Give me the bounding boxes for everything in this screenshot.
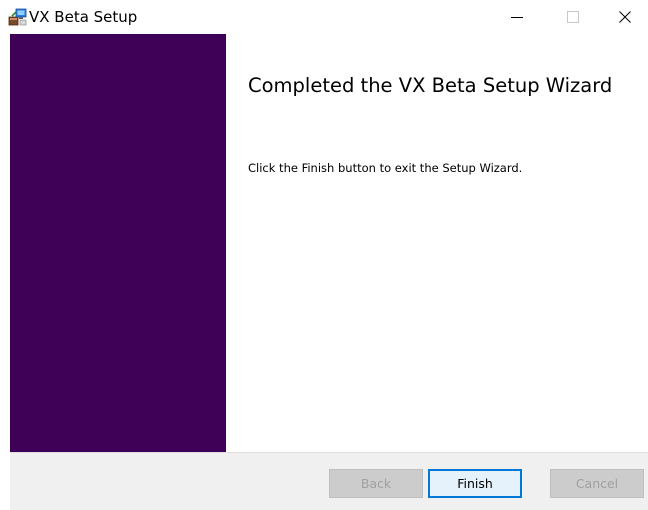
minimize-icon xyxy=(511,8,523,27)
cancel-button[interactable]: Cancel xyxy=(550,469,644,498)
maximize-icon xyxy=(567,8,579,27)
completion-message: Click the Finish button to exit the Setu… xyxy=(248,161,523,175)
setup-window: VX Beta Setup Completed the VX Beta Setu… xyxy=(0,0,648,510)
title-bar[interactable]: VX Beta Setup xyxy=(0,0,648,34)
wizard-banner xyxy=(10,34,226,452)
close-button[interactable] xyxy=(602,0,648,34)
window-title: VX Beta Setup xyxy=(29,8,138,26)
minimize-button[interactable] xyxy=(494,0,540,34)
completion-heading: Completed the VX Beta Setup Wizard xyxy=(248,74,613,97)
back-button[interactable]: Back xyxy=(329,469,423,498)
close-icon xyxy=(619,8,631,27)
finish-button[interactable]: Finish xyxy=(428,469,522,498)
maximize-button[interactable] xyxy=(550,0,596,34)
setup-installer-icon xyxy=(8,7,28,27)
